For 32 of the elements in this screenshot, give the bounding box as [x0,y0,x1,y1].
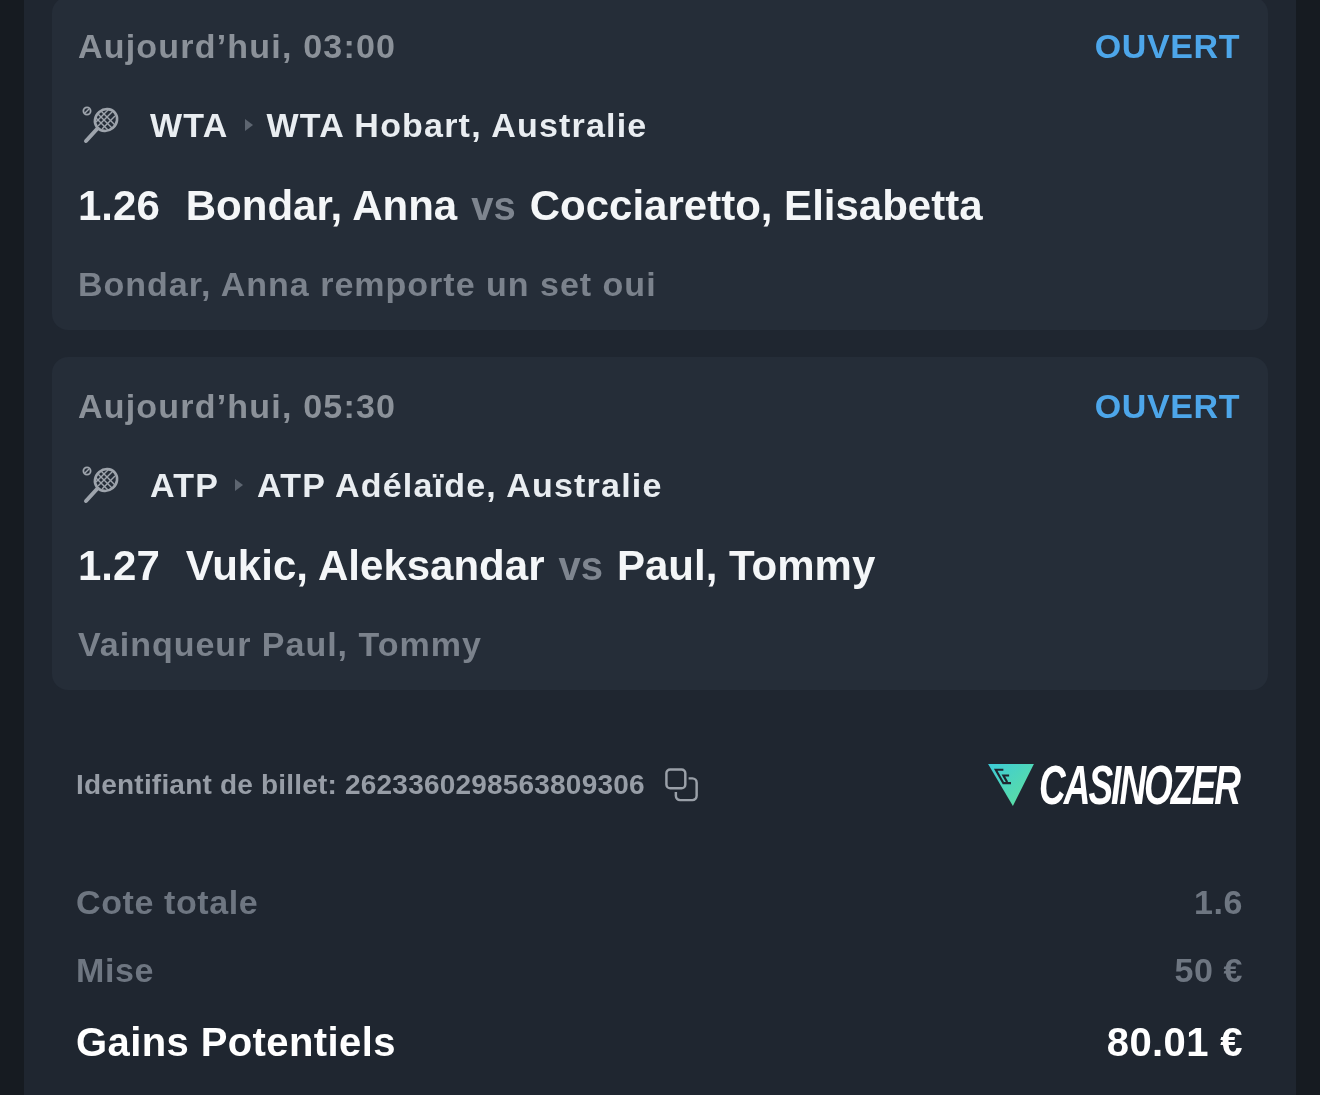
tour-name: WTA [150,105,229,145]
tennis-racket-icon [82,466,120,504]
tennis-racket-icon [82,106,120,144]
summary-value: 80.01 € [1106,1019,1243,1066]
caret-icon [244,119,253,131]
brand-name: CASINOZER [1039,763,1240,807]
odds-value: 1.27 [78,542,160,590]
match-date: Aujourd’hui, 05:30 [78,386,397,426]
status-label: OUVERT [1094,386,1240,426]
summary-value: 50 € [1174,950,1243,990]
player-name: Bondar, Anna [185,182,458,230]
player-name: Paul, Tommy [617,542,876,590]
tournament-name: ATP Adélaïde, Australie [257,465,663,505]
tournament-name: WTA Hobart, Australie [266,105,648,145]
match-date: Aujourd’hui, 03:00 [78,26,397,66]
odds-value: 1.26 [78,182,160,230]
summary-label: Cote totale [76,882,259,922]
ticket-id: Identifiant de billet: 2623360298563809306 [76,769,645,801]
summary-label: Mise [76,950,154,990]
status-label: OUVERT [1094,26,1240,66]
logo-icon [988,764,1035,806]
tour-name: ATP [150,465,220,505]
player-name: Vukic, Aleksandar [185,542,545,590]
versus-label: vs [471,183,516,230]
selection-text: Bondar, Anna remporte un set oui [78,264,658,304]
summary-value: 1.6 [1193,882,1243,922]
copy-icon[interactable] [664,768,699,802]
summary-label: Gains Potentiels [76,1019,396,1066]
player-name: Cocciaretto, Elisabetta [529,182,983,230]
versus-label: vs [558,543,603,590]
caret-icon [235,479,244,491]
selection-text: Vainqueur Paul, Tommy [78,624,483,664]
